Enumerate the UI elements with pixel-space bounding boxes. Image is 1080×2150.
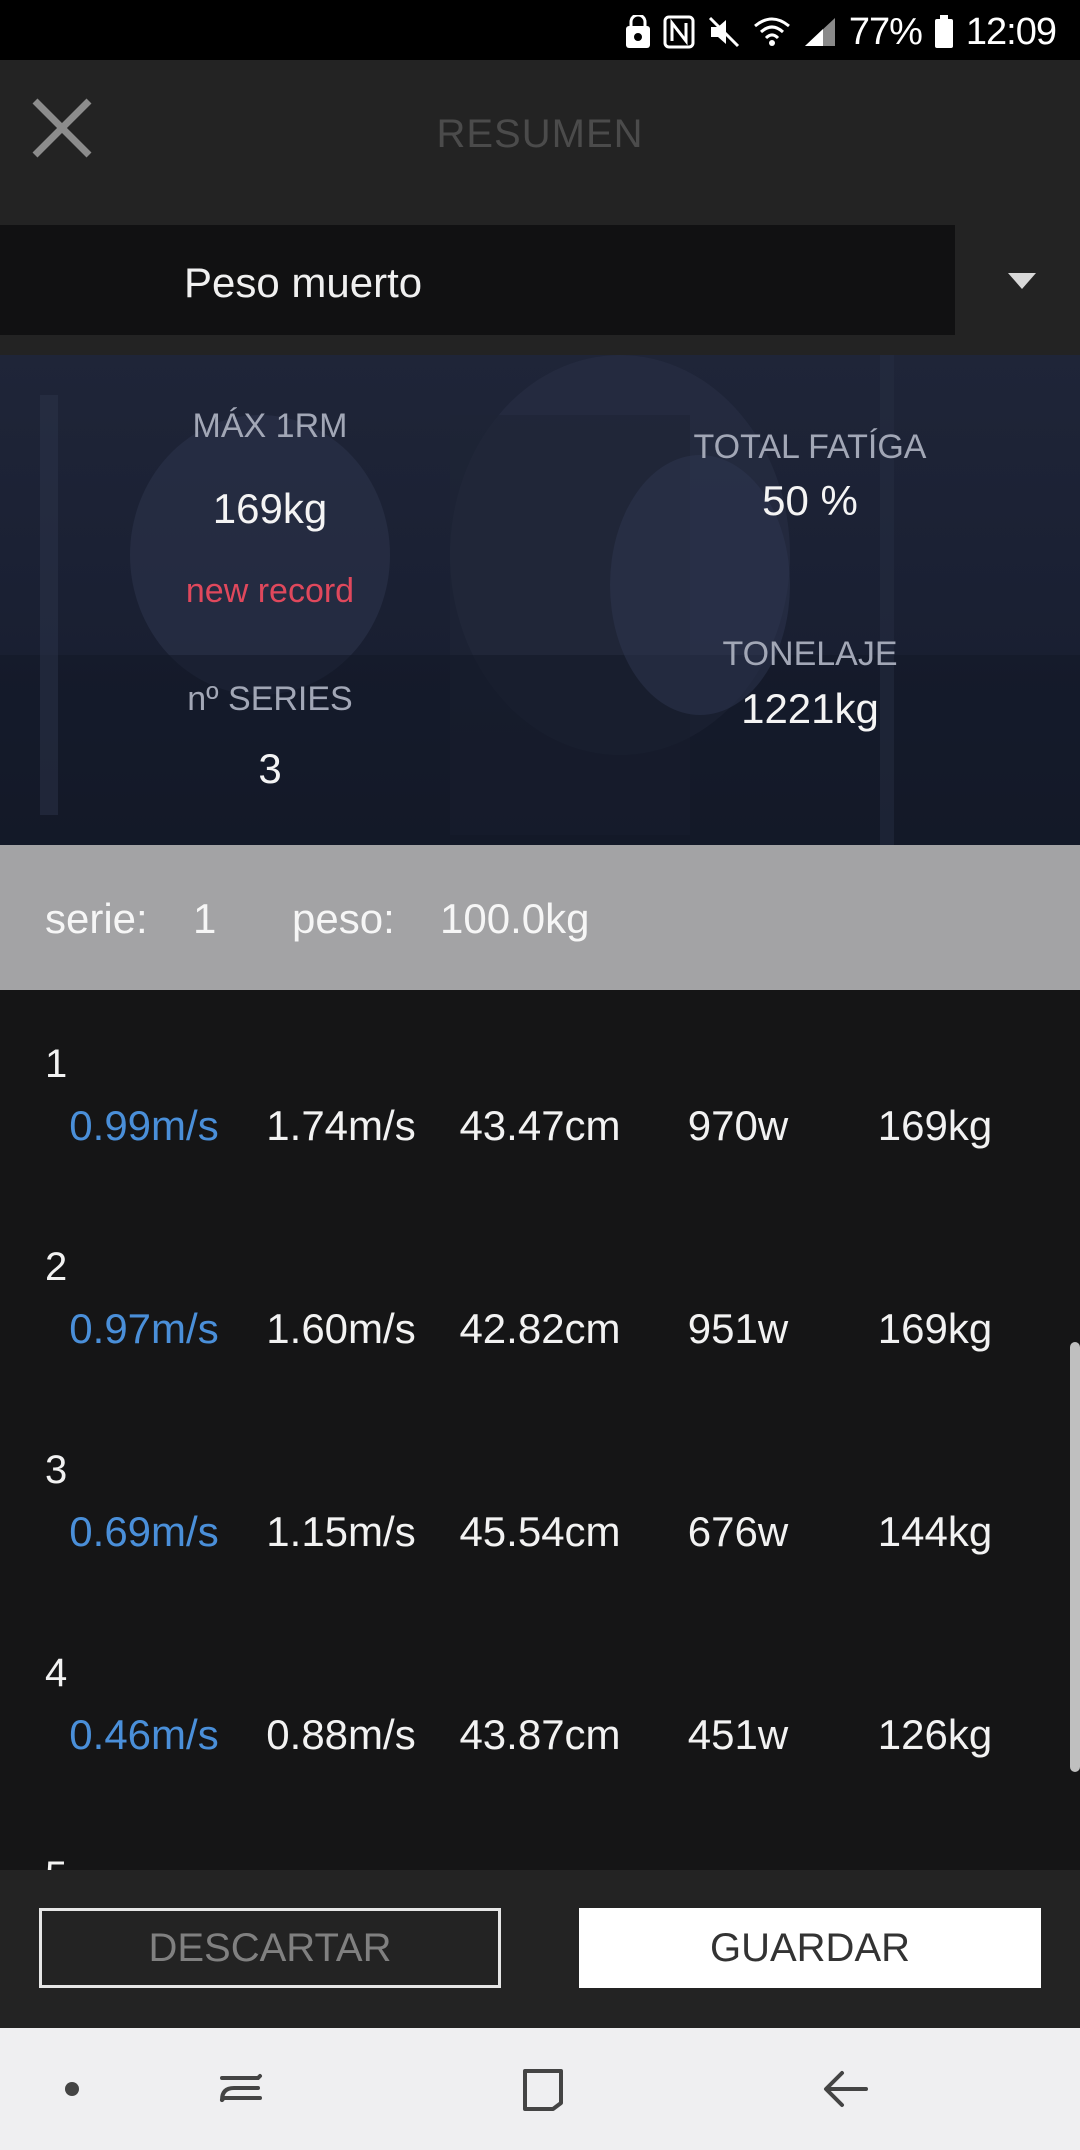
rep-est-1rm: 126kg bbox=[877, 1711, 993, 1758]
rep-power: 951w bbox=[687, 1305, 789, 1352]
rep-row: 5 bbox=[0, 1802, 1080, 1870]
rep-est-1rm: 169kg bbox=[877, 1102, 993, 1149]
rep-peak-velocity: 1.15m/s bbox=[266, 1508, 416, 1555]
rep-mean-velocity: 0.99m/s bbox=[69, 1102, 219, 1149]
series-count-value: 3 bbox=[258, 745, 282, 792]
caret-down-icon bbox=[1008, 273, 1036, 289]
rep-mean-velocity: 0.69m/s bbox=[69, 1508, 219, 1555]
rep-distance: 43.47cm bbox=[459, 1102, 621, 1149]
system-nav-bar bbox=[0, 2028, 1080, 2150]
exercise-selector[interactable]: Peso muerto bbox=[0, 225, 955, 335]
status-icons: 77% 12:09 bbox=[625, 8, 1057, 56]
peso-value: 100.0kg bbox=[440, 895, 590, 942]
rep-number: 4 bbox=[45, 1651, 68, 1695]
back-button[interactable] bbox=[816, 2059, 876, 2119]
signal-icon bbox=[803, 16, 837, 48]
rep-mean-velocity: 0.46m/s bbox=[69, 1711, 219, 1758]
battery-percent: 77% bbox=[848, 10, 923, 53]
rep-number: 1 bbox=[45, 1042, 68, 1086]
battery-icon bbox=[934, 15, 954, 49]
stats-panel: MÁX 1RM 169kg new record nº SERIES 3 TOT… bbox=[0, 355, 1080, 845]
rep-peak-velocity: 1.74m/s bbox=[266, 1102, 416, 1149]
rep-number: 3 bbox=[45, 1448, 68, 1492]
exercise-selector-row: Peso muerto bbox=[0, 225, 1080, 355]
peso-label: peso: bbox=[292, 895, 395, 942]
max-1rm-label: MÁX 1RM bbox=[192, 407, 348, 445]
scrollbar-thumb[interactable] bbox=[1070, 1342, 1080, 1772]
tonnage-label: TONELAJE bbox=[722, 635, 898, 673]
exercise-selected-label: Peso muerto bbox=[184, 259, 423, 306]
rep-est-1rm: 169kg bbox=[877, 1305, 993, 1352]
tonnage-value: 1221kg bbox=[741, 685, 879, 732]
mute-icon bbox=[707, 15, 741, 49]
rep-power: 676w bbox=[687, 1508, 789, 1555]
lock-status-icon bbox=[625, 15, 651, 49]
back-icon bbox=[824, 2071, 868, 2107]
home-icon bbox=[523, 2069, 563, 2111]
rep-row: 1 0.99m/s 1.74m/s 43.47cm 970w 169kg bbox=[0, 990, 1080, 1193]
save-button[interactable]: GUARDAR bbox=[579, 1908, 1041, 1988]
rep-row: 2 0.97m/s 1.60m/s 42.82cm 951w 169kg bbox=[0, 1193, 1080, 1396]
rep-peak-velocity: 0.88m/s bbox=[266, 1711, 416, 1758]
wifi-icon bbox=[753, 16, 791, 48]
new-record-badge: new record bbox=[185, 572, 355, 610]
nfc-icon bbox=[663, 15, 695, 49]
action-bar: DESCARTAR GUARDAR bbox=[0, 1870, 1080, 2028]
status-bar: 77% 12:09 bbox=[0, 0, 1080, 60]
rep-distance: 43.87cm bbox=[459, 1711, 621, 1758]
rep-mean-velocity: 0.97m/s bbox=[69, 1305, 219, 1352]
reps-list[interactable]: 1 0.99m/s 1.74m/s 43.47cm 970w 169kg 2 0… bbox=[0, 990, 1080, 1870]
max-1rm-value: 169kg bbox=[212, 485, 328, 532]
rep-number: 2 bbox=[45, 1245, 68, 1289]
rep-row: 4 0.46m/s 0.88m/s 43.87cm 451w 126kg bbox=[0, 1599, 1080, 1802]
rep-distance: 45.54cm bbox=[459, 1508, 621, 1555]
serie-value: 1 bbox=[193, 895, 217, 942]
serie-header: serie: 1 peso: 100.0kg bbox=[0, 845, 1080, 990]
rep-power: 451w bbox=[687, 1711, 789, 1758]
nav-dot-button[interactable] bbox=[42, 2059, 102, 2119]
serie-label: serie: bbox=[45, 895, 148, 942]
app-header: RESUMEN bbox=[0, 60, 1080, 225]
page-title: RESUMEN bbox=[436, 112, 644, 156]
exercise-dropdown-toggle[interactable] bbox=[1002, 261, 1042, 301]
rep-row: 3 0.69m/s 1.15m/s 45.54cm 676w 144kg bbox=[0, 1396, 1080, 1599]
rep-est-1rm: 144kg bbox=[877, 1508, 993, 1555]
discard-button[interactable]: DESCARTAR bbox=[39, 1908, 501, 1988]
total-fatigue-value: 50 % bbox=[762, 477, 858, 524]
rep-peak-velocity: 1.60m/s bbox=[266, 1305, 416, 1352]
clock: 12:09 bbox=[965, 10, 1057, 53]
rep-distance: 42.82cm bbox=[459, 1305, 621, 1352]
nav-dot-icon bbox=[65, 2082, 79, 2096]
recent-apps-button[interactable] bbox=[211, 2059, 271, 2119]
total-fatigue-label: TOTAL FATÍGA bbox=[693, 428, 927, 466]
rep-power: 970w bbox=[687, 1102, 789, 1149]
rep-number: 5 bbox=[45, 1854, 67, 1870]
recent-apps-icon bbox=[220, 2074, 262, 2102]
series-count-label: nº SERIES bbox=[187, 680, 353, 718]
home-button[interactable] bbox=[513, 2059, 573, 2119]
